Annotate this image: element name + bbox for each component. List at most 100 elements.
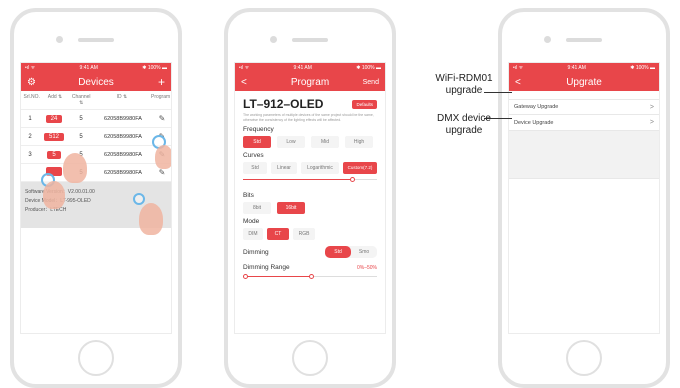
home-button[interactable] <box>292 340 328 376</box>
table-row[interactable]: 1 24 5 62058B9980FA ✎ <box>21 110 171 128</box>
dmx-callout-pointer <box>484 118 512 119</box>
status-time: 9:41 AM <box>293 65 312 71</box>
curves-linear-option[interactable]: Linear <box>271 162 297 174</box>
status-bar: •ıl ᯤ 9:41 AM ✱ 100% ▬ <box>509 63 659 73</box>
address-badge[interactable]: 24 <box>45 114 63 123</box>
row-channel: 5 <box>79 133 83 140</box>
finger-gesture-icon <box>63 153 87 183</box>
col-header-no[interactable]: Srl.NO. <box>23 94 40 106</box>
upgrade-navbar: < Upgrate <box>509 73 659 91</box>
edit-icon[interactable]: ✎ <box>153 114 171 123</box>
phone-devices: •ıl ᯤ 9:41 AM ✱ 100% ▬ ⚙ Devices + Srl.N… <box>10 8 182 388</box>
callout-line-1: DMX device <box>437 113 491 124</box>
dimming-range-label: Dimming Range <box>243 264 290 271</box>
frequency-high-option[interactable]: High <box>345 136 373 148</box>
dimming-range-value: 0%–50% <box>356 264 377 271</box>
col-header-add[interactable]: Add ⇅ <box>40 94 69 106</box>
dimming-range-max-handle[interactable] <box>309 274 314 279</box>
signal-icon: •ıl ᯤ <box>513 65 524 71</box>
dimming-range-slider[interactable] <box>243 273 377 281</box>
table-row[interactable]: 2 512 5 62058B9980FA ✎ <box>21 128 171 146</box>
device-upgrade-item[interactable]: Device Upgrade > <box>509 115 659 131</box>
col-header-program: Program <box>151 94 171 100</box>
row-id: 62058B9980FA <box>104 133 142 140</box>
program-screen: •ıl ᯤ 9:41 AM ✱ 100% ▬ < Program Send LT… <box>234 62 386 334</box>
bits-8bit-option[interactable]: 8bit <box>243 202 271 214</box>
back-icon[interactable]: < <box>241 77 265 88</box>
signal-icon: •ıl ᯤ <box>25 65 36 71</box>
dimming-std-option[interactable]: Std <box>325 246 351 258</box>
home-button[interactable] <box>78 340 114 376</box>
curves-custom-option[interactable]: Custom(7.2) <box>343 162 377 174</box>
frequency-options: Std Low Mid High <box>243 136 377 148</box>
mode-dim-option[interactable]: DIM <box>243 228 263 240</box>
speaker <box>566 38 602 42</box>
row-number: 2 <box>28 133 32 140</box>
status-time: 9:41 AM <box>567 65 586 71</box>
dimming-range-min-handle[interactable] <box>243 274 248 279</box>
gateway-upgrade-label: Gateway Upgrade <box>514 104 559 110</box>
status-bar: •ıl ᯤ 9:41 AM ✱ 100% ▬ <box>21 63 171 73</box>
bits-options: 8bit 16bit <box>243 202 377 214</box>
curves-label: Curves <box>243 152 264 159</box>
devices-navbar: ⚙ Devices + <box>21 73 171 91</box>
curves-slider-fill <box>243 179 352 180</box>
row-channel: 5 <box>79 115 83 122</box>
bits-label: Bits <box>243 192 254 199</box>
chevron-right-icon: > <box>649 119 654 126</box>
camera <box>56 36 63 43</box>
callout-line-2: upgrade <box>445 125 483 136</box>
mode-label: Mode <box>243 218 260 225</box>
page-title: Program <box>290 76 330 88</box>
back-icon[interactable]: < <box>515 77 539 88</box>
mode-ct-option[interactable]: CT <box>267 228 289 240</box>
home-button[interactable] <box>566 340 602 376</box>
address-badge[interactable]: 512 <box>43 132 64 141</box>
battery-icon: ✱ 100% ▬ <box>142 65 167 71</box>
col-header-id[interactable]: ID ⇅ <box>93 94 151 106</box>
curves-slider[interactable] <box>243 176 377 184</box>
wifi-callout-pointer <box>484 92 512 93</box>
gateway-upgrade-item[interactable]: Gateway Upgrade > <box>509 99 659 115</box>
finger-gesture-icon <box>155 145 171 169</box>
dimming-range-fill <box>243 276 311 277</box>
frequency-std-option[interactable]: Std <box>243 136 271 148</box>
phone-upgrade: •ıl ᯤ 9:41 AM ✱ 100% ▬ < Upgrate Gateway… <box>498 8 670 388</box>
finger-gesture-icon <box>139 203 163 235</box>
gear-icon[interactable]: ⚙ <box>27 77 51 88</box>
add-icon[interactable]: + <box>141 75 165 89</box>
devices-screen: •ıl ᯤ 9:41 AM ✱ 100% ▬ ⚙ Devices + Srl.N… <box>20 62 172 334</box>
battery-icon: ✱ 100% ▬ <box>630 65 655 71</box>
edit-icon[interactable]: ✎ <box>153 168 171 177</box>
send-button[interactable]: Send <box>355 79 379 86</box>
parameter-note: The working parameters of multiple devic… <box>243 113 374 122</box>
table-header: Srl.NO. Add ⇅ Channel ⇅ ID ⇅ Program <box>21 91 171 110</box>
table-row[interactable]: 3 5 5 62058B9980FA ✎ <box>21 146 171 164</box>
col-header-channel[interactable]: Channel ⇅ <box>70 94 93 106</box>
curves-slider-handle[interactable] <box>349 177 355 182</box>
frequency-mid-option[interactable]: Mid <box>311 136 339 148</box>
status-time: 9:41 AM <box>79 65 98 71</box>
dimming-smo-option[interactable]: Smo <box>351 246 377 258</box>
page-title: Devices <box>78 76 114 88</box>
battery-icon: ✱ 100% ▬ <box>356 65 381 71</box>
upgrade-screen: •ıl ᯤ 9:41 AM ✱ 100% ▬ < Upgrate Gateway… <box>508 62 660 334</box>
mode-rgb-option[interactable]: RGB <box>293 228 315 240</box>
status-bar: •ıl ᯤ 9:41 AM ✱ 100% ▬ <box>235 63 385 73</box>
curves-options: Std Linear Logarithmic Custom(7.2) <box>243 162 377 174</box>
row-id: 62058B9980FA <box>104 115 142 122</box>
defaults-button[interactable]: Defaults <box>352 99 377 109</box>
phone-program: •ıl ᯤ 9:41 AM ✱ 100% ▬ < Program Send LT… <box>224 8 396 388</box>
curves-std-option[interactable]: Std <box>243 162 267 174</box>
row-number: 3 <box>28 151 32 158</box>
chevron-right-icon: > <box>649 103 654 111</box>
frequency-low-option[interactable]: Low <box>277 136 305 148</box>
bits-16bit-option[interactable]: 16bit <box>277 202 305 214</box>
speaker <box>292 38 328 42</box>
dimming-label: Dimming <box>243 248 269 256</box>
address-badge[interactable]: 5 <box>47 150 61 159</box>
curves-logarithmic-option[interactable]: Logarithmic <box>301 162 339 174</box>
frequency-label: Frequency <box>243 126 274 133</box>
upgrade-blank-area <box>509 131 659 179</box>
callout-line-2: upgrade <box>445 85 483 96</box>
